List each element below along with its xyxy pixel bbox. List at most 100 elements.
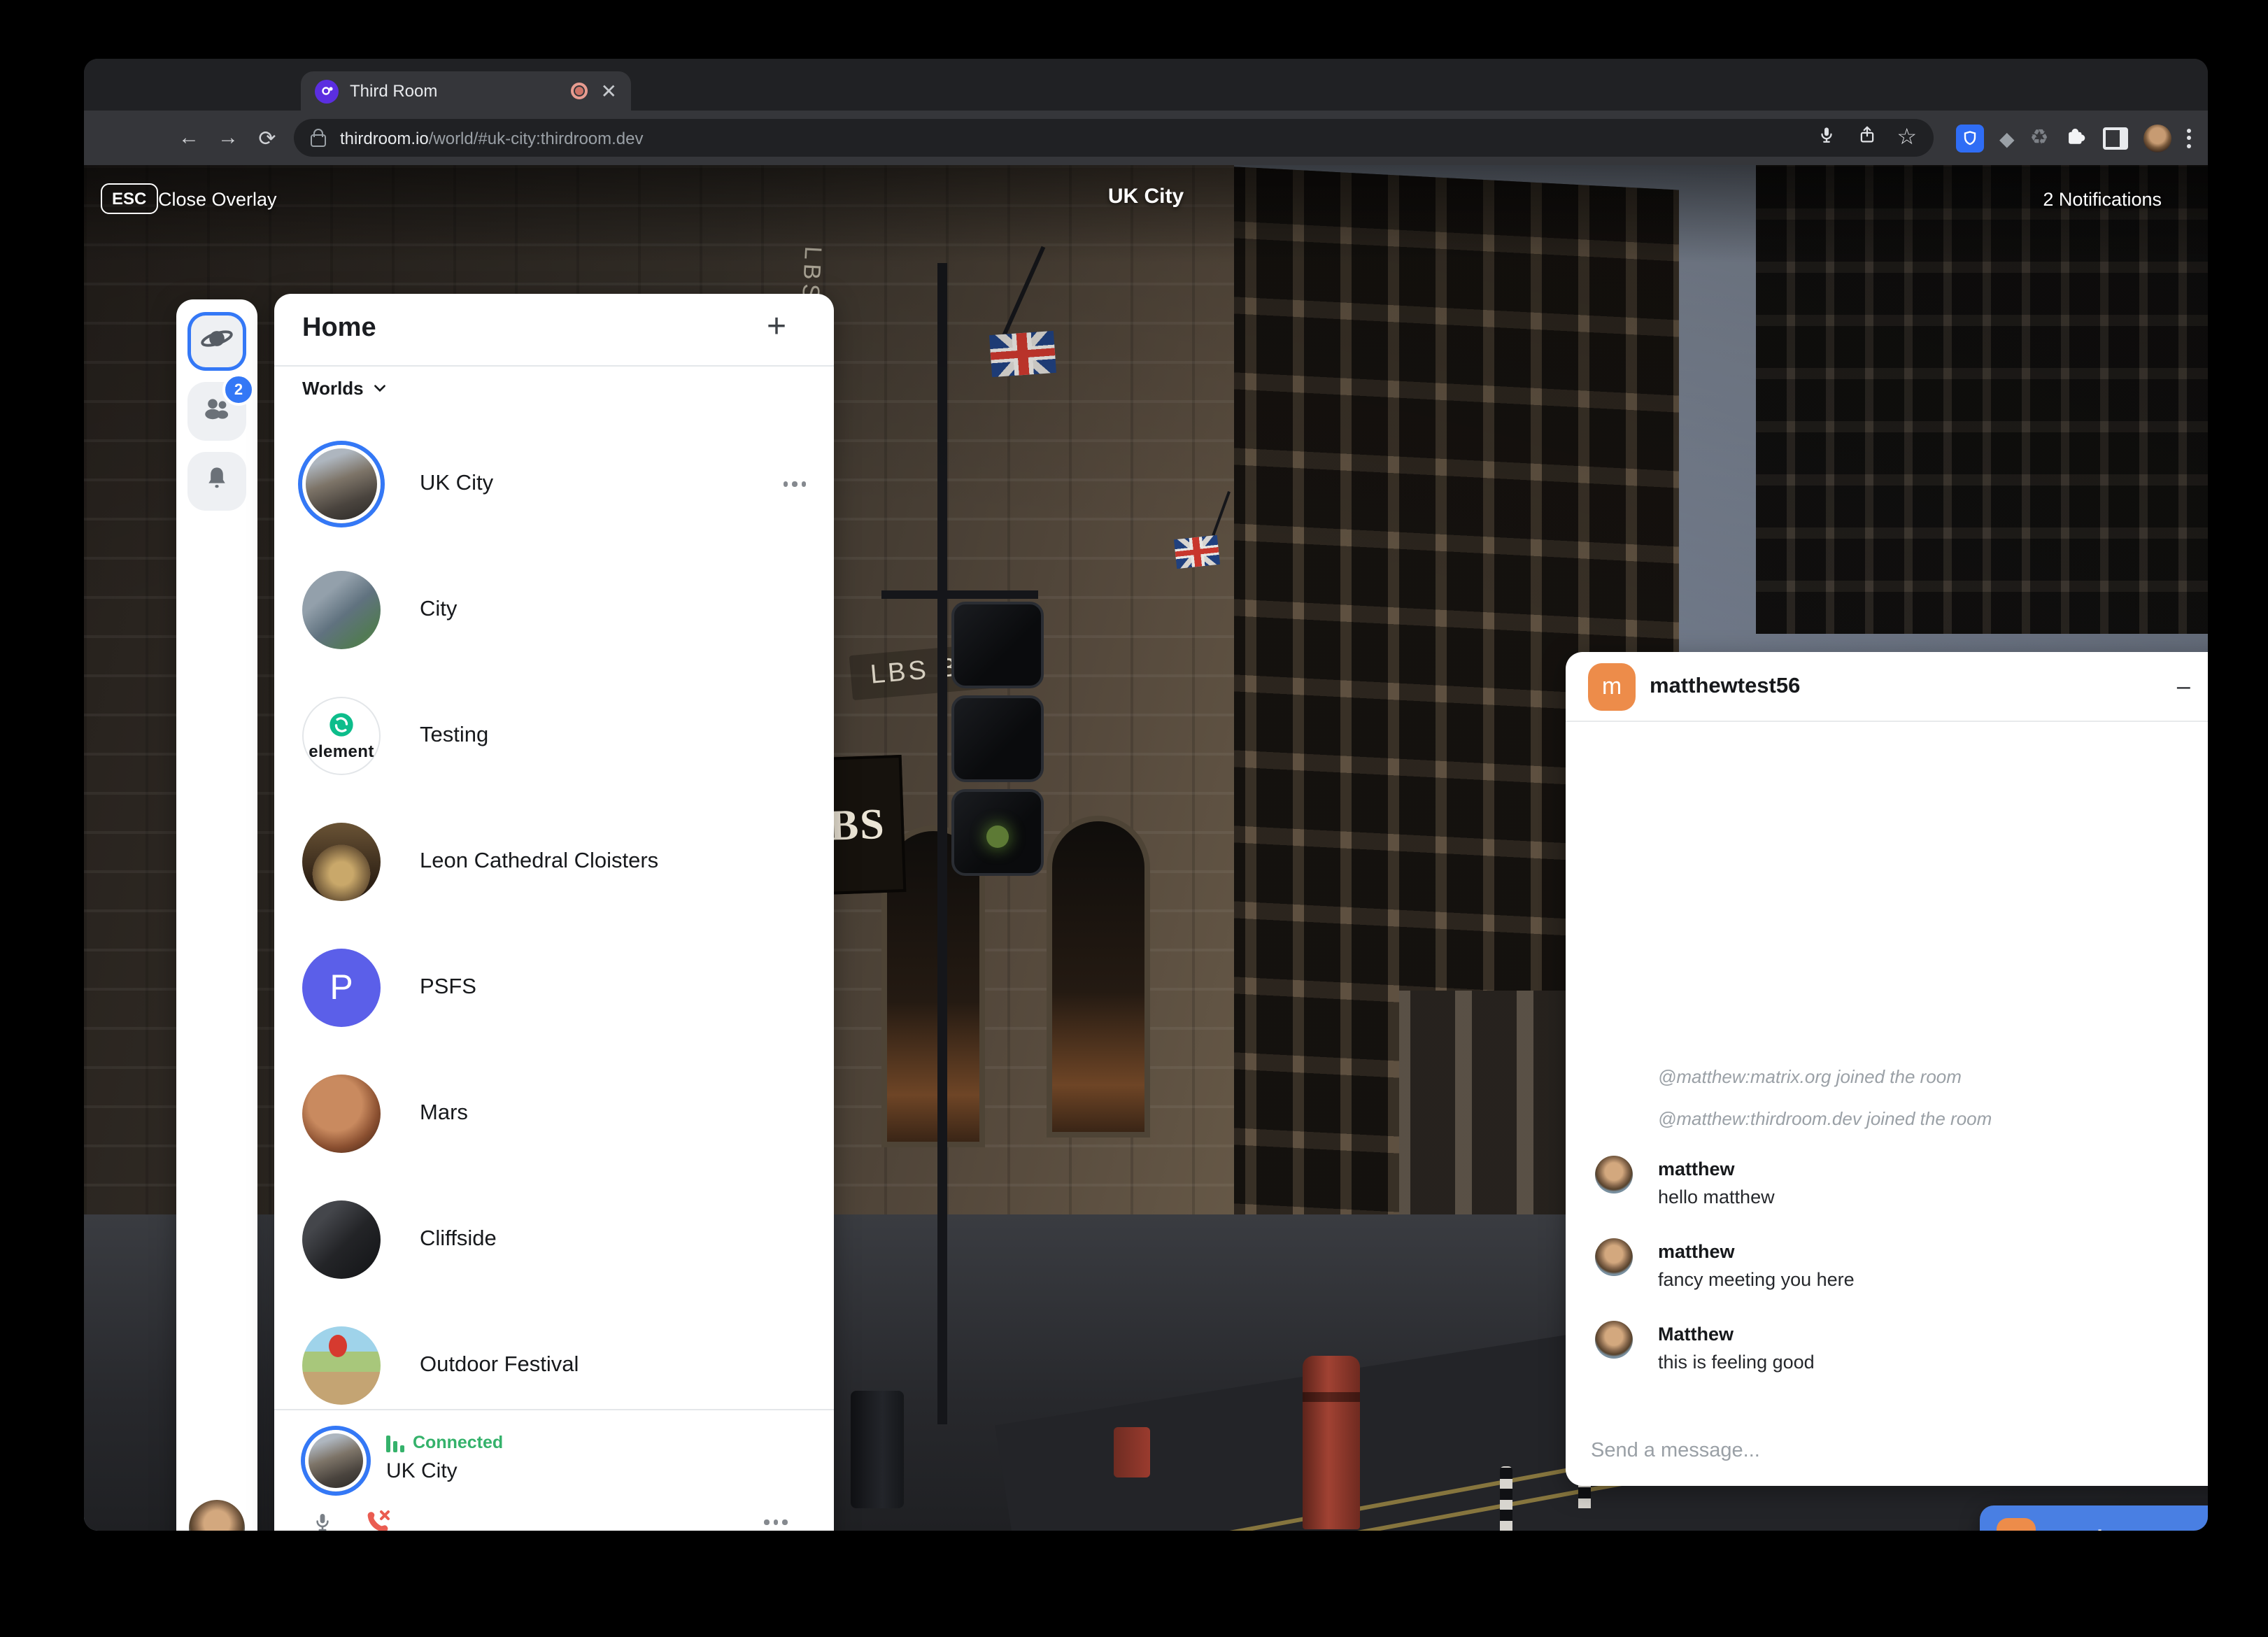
world-row-psfs[interactable]: P PSFS: [274, 925, 834, 1051]
browser-tab[interactable]: Third Room ✕: [301, 71, 631, 111]
bookmark-star-icon[interactable]: ☆: [1897, 127, 1917, 149]
hangup-call-button[interactable]: [361, 1505, 395, 1531]
world-name: Cliffside: [420, 1227, 806, 1252]
world-row-testing[interactable]: element Testing: [274, 673, 834, 799]
share-icon[interactable]: [1856, 122, 1877, 153]
world-thumb-uk-city: [302, 445, 381, 523]
chat-avatar: m: [1588, 662, 1636, 710]
tab-title: Third Room: [350, 81, 572, 101]
browser-window: Third Room ✕ + ← → ⟳ thirdroom.io/world/…: [84, 59, 2208, 1531]
message-avatar: [1595, 1238, 1633, 1276]
world-name: City: [420, 597, 806, 623]
element-logo-word: element: [309, 742, 374, 761]
connection-status: Connected: [386, 1434, 503, 1452]
footer-menu-icon[interactable]: [764, 1519, 787, 1524]
reload-button[interactable]: ⟳: [249, 125, 285, 150]
message-text: fancy meeting you here: [1658, 1269, 1855, 1290]
side-panel-icon[interactable]: [2103, 127, 2128, 149]
world-row-leon[interactable]: Leon Cathedral Cloisters: [274, 799, 834, 925]
world-name: Mars: [420, 1101, 806, 1126]
forward-button[interactable]: →: [210, 126, 246, 150]
lock-icon: [311, 134, 326, 146]
divider: [274, 1409, 834, 1410]
worlds-section-toggle[interactable]: Worlds: [302, 378, 388, 399]
connected-label: Connected: [413, 1434, 503, 1452]
back-button[interactable]: ←: [171, 126, 207, 150]
mute-mic-button[interactable]: [311, 1508, 334, 1531]
world-thumb-outdoor-festival: [302, 1326, 381, 1405]
bell-icon: [201, 462, 232, 500]
url-host: thirdroom.io: [340, 128, 429, 148]
world-thumb-cliffside: [302, 1200, 381, 1279]
planet-icon: [199, 320, 235, 363]
world-row-mars[interactable]: Mars: [274, 1051, 834, 1177]
voice-search-icon[interactable]: [1815, 122, 1836, 153]
message-sender: matthew: [1658, 1241, 1735, 1262]
worlds-panel: Home + Worlds UK City City element: [274, 294, 834, 1531]
chat-message-input[interactable]: [1588, 1438, 2208, 1464]
world-thumb-psfs: P: [302, 949, 381, 1027]
world-name: Testing: [420, 723, 806, 749]
rail-home-button[interactable]: [187, 312, 246, 371]
extensions-puzzle-icon[interactable]: [2064, 122, 2088, 153]
chat-input-row: [1566, 1416, 2208, 1486]
worlds-section-label: Worlds: [302, 378, 364, 399]
world-row-city[interactable]: City: [274, 547, 834, 673]
element-logo-icon: [327, 711, 355, 739]
world-name: UK City: [420, 472, 783, 497]
message-text: this is feeling good: [1658, 1352, 1815, 1373]
message-text: hello matthew: [1658, 1186, 1775, 1207]
message-sender: Matthew: [1658, 1324, 1734, 1345]
world-thumb-leon: [302, 823, 381, 901]
notifications-label[interactable]: 2 Notifications: [2043, 189, 2162, 210]
sidebar-rail: 2: [176, 299, 257, 1531]
create-world-button[interactable]: +: [767, 308, 786, 347]
url-text[interactable]: thirdroom.io/world/#uk-city:thirdroom.de…: [340, 128, 1815, 148]
profile-avatar[interactable]: [2143, 124, 2171, 152]
hud-world-title: UK City: [84, 185, 2208, 208]
thirdroom-favicon: [315, 79, 339, 103]
world-thumb-mars: [302, 1075, 381, 1153]
connected-world-avatar[interactable]: [305, 1430, 367, 1491]
extension-diamond-icon[interactable]: ◆: [1999, 128, 2015, 148]
tab-recording-indicator-icon: [572, 83, 588, 99]
browser-tab-strip: Third Room ✕ +: [84, 59, 2208, 111]
world-thumb-city: [302, 571, 381, 649]
bitwarden-extension-icon[interactable]: [1956, 124, 1984, 152]
chevron-down-icon: [372, 381, 388, 396]
browser-menu-icon[interactable]: [2187, 128, 2191, 148]
world-name: Outdoor Festival: [420, 1353, 806, 1378]
message-avatar: [1595, 1321, 1633, 1359]
balloon-detail: [329, 1335, 347, 1357]
extension-recycle-icon[interactable]: ♻: [2030, 127, 2049, 148]
join-notice: @matthew:matrix.org joined the room: [1658, 1066, 1962, 1087]
hud-top-scrim: [84, 165, 2208, 263]
connected-world-name: UK City: [386, 1459, 458, 1483]
extensions-row: ◆ ♻: [1956, 119, 2191, 157]
screenshot-stage: Third Room ✕ + ← → ⟳ thirdroom.io/world/…: [0, 0, 2268, 1637]
world-thumb-testing: element: [302, 697, 381, 775]
signal-bars-icon: [386, 1435, 404, 1452]
active-chat-pill[interactable]: m matthewtes... ✕: [1980, 1505, 2208, 1531]
world-name: Leon Cathedral Cloisters: [420, 849, 806, 874]
rail-friends-button[interactable]: 2: [187, 382, 246, 441]
user-avatar[interactable]: [189, 1500, 245, 1531]
tab-close-icon[interactable]: ✕: [601, 81, 617, 101]
url-path: /world/#uk-city:thirdroom.dev: [429, 128, 644, 148]
divider: [274, 365, 834, 367]
url-bar[interactable]: thirdroom.io/world/#uk-city:thirdroom.de…: [294, 119, 1934, 157]
chat-minimize-button[interactable]: –: [2177, 674, 2190, 698]
rail-notifications-button[interactable]: [187, 452, 246, 511]
friends-badge: 2: [222, 374, 255, 406]
message-avatar: [1595, 1156, 1633, 1193]
world-row-cliffside[interactable]: Cliffside: [274, 1177, 834, 1303]
message-sender: matthew: [1658, 1158, 1735, 1179]
join-notice: @matthew:thirdroom.dev joined the room: [1658, 1108, 1992, 1129]
pill-label: matthewtes...: [2053, 1526, 2208, 1531]
world-name: PSFS: [420, 975, 806, 1000]
world-row-uk-city[interactable]: UK City: [274, 421, 834, 547]
world-menu-icon[interactable]: [783, 482, 806, 487]
chat-title: matthewtest56: [1650, 674, 2141, 699]
chat-window: m matthewtest56 – ✕ @matthew:matrix.org …: [1566, 652, 2208, 1486]
chat-header: m matthewtest56 – ✕: [1566, 652, 2208, 722]
